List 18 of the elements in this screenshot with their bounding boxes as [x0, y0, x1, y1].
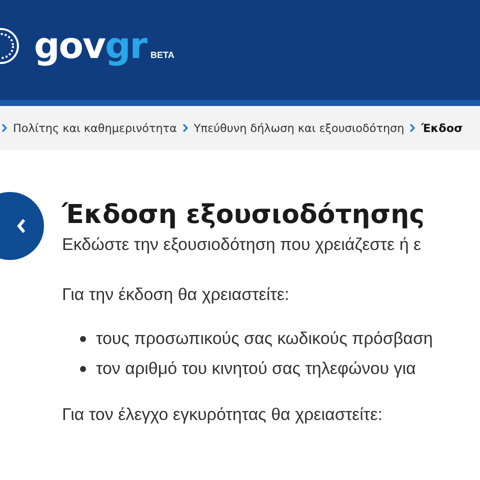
page-subtitle: Εκδώστε την εξουσιοδότηση που χρειάζεστε ή ε	[62, 234, 422, 256]
chevron-right-icon	[1, 123, 8, 133]
list-item: τον αριθμό του κινητού σας τηλεφώνου για	[96, 359, 416, 379]
paragraph: Για την έκδοση θα χρειαστείτε:	[62, 284, 290, 306]
bullet-icon	[80, 366, 86, 372]
chevron-right-icon	[182, 123, 189, 133]
emblem-icon	[0, 27, 19, 65]
beta-label: BETA	[150, 50, 174, 60]
chevron-right-icon	[409, 123, 416, 133]
breadcrumb-link[interactable]: Υπεύθυνη δήλωση και εξουσιοδότηση	[194, 122, 404, 134]
logo[interactable]: govgr	[34, 29, 146, 65]
bullet-icon	[80, 336, 86, 342]
paragraph: Για τον έλεγχο εγκυρότητας θα χρειαστείτε:	[62, 404, 384, 426]
page-title: Έκδοση εξουσιοδότησης	[62, 199, 426, 232]
chevron-left-icon	[16, 218, 26, 234]
breadcrumb-link[interactable]: Πολίτης και καθημερινότητα	[13, 122, 177, 134]
list-item: τους προσωπικούς σας κωδικούς πρόσβαση	[96, 329, 433, 349]
breadcrumb-current: Έκδοσ	[421, 122, 463, 134]
